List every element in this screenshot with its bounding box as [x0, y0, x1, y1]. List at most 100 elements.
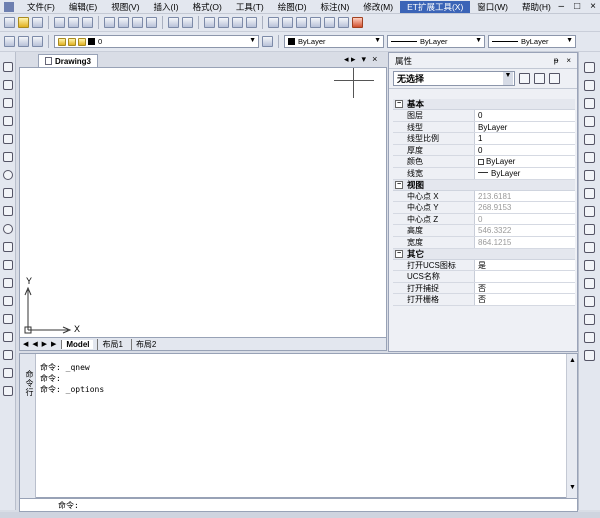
command-input[interactable]: 命令:: [19, 498, 578, 512]
tab-layout2[interactable]: 布局2: [130, 338, 160, 350]
make-block-icon[interactable]: [3, 278, 13, 288]
gradient-icon[interactable]: [3, 332, 13, 342]
section-general[interactable]: − 基本: [393, 99, 575, 110]
property-value[interactable]: 是: [475, 259, 575, 271]
section-misc[interactable]: − 其它: [393, 248, 575, 260]
rectangle-icon[interactable]: [3, 134, 13, 144]
property-value[interactable]: ByLayer: [475, 121, 575, 133]
pan-icon[interactable]: [204, 17, 215, 28]
property-row[interactable]: 高度 546.3322: [393, 225, 575, 237]
line-icon[interactable]: [3, 62, 13, 72]
layer-state-icon[interactable]: [18, 36, 29, 47]
redo-icon[interactable]: [182, 17, 193, 28]
close-button[interactable]: ×: [590, 1, 596, 12]
arc-icon[interactable]: [3, 152, 13, 162]
linetype-dropdown[interactable]: ByLayer ▼: [387, 35, 485, 48]
pin-icon[interactable]: ᵽ: [554, 56, 558, 65]
menu-dimension[interactable]: 标注(N): [314, 1, 357, 13]
sheet-set-icon[interactable]: [310, 17, 321, 28]
restore-button[interactable]: □: [574, 1, 580, 12]
property-row[interactable]: 厚度 0: [393, 144, 575, 157]
ellipse-arc-icon[interactable]: [3, 242, 13, 252]
menu-view[interactable]: 视图(V): [104, 1, 146, 13]
design-center-icon[interactable]: [282, 17, 293, 28]
scroll-down-icon[interactable]: ▼: [569, 484, 576, 491]
undo-icon[interactable]: [168, 17, 179, 28]
property-value[interactable]: [475, 271, 575, 282]
join-icon[interactable]: [584, 296, 595, 307]
help-icon[interactable]: [352, 17, 363, 28]
property-value[interactable]: 0: [475, 110, 575, 121]
menu-et-extension-tools[interactable]: ET扩展工具(X): [400, 0, 471, 13]
cut-icon[interactable]: [104, 17, 115, 28]
property-value[interactable]: 否: [475, 294, 575, 305]
menu-modify[interactable]: 修改(M): [356, 1, 400, 13]
paste-icon[interactable]: [132, 17, 143, 28]
section-view[interactable]: − 视图: [393, 179, 575, 191]
quick-select-icon[interactable]: [549, 73, 560, 84]
property-row[interactable]: 打开捕捉否: [393, 282, 575, 295]
move-icon[interactable]: [584, 152, 595, 163]
zoom-previous-icon[interactable]: [246, 17, 257, 28]
layer-manager-icon[interactable]: [4, 36, 15, 47]
property-row[interactable]: 线型比例 1: [393, 133, 575, 145]
tab-model[interactable]: Model: [61, 339, 94, 349]
selection-dropdown[interactable]: 无选择 ▼: [393, 71, 515, 86]
calculator-icon[interactable]: [338, 17, 349, 28]
circle-icon[interactable]: [3, 170, 13, 180]
property-row[interactable]: 线型 ByLayer: [393, 121, 575, 134]
property-row[interactable]: 图层 0: [393, 110, 575, 122]
mirror-icon[interactable]: [584, 98, 595, 109]
spline-icon[interactable]: [3, 206, 13, 216]
array-icon[interactable]: [584, 134, 595, 145]
property-value[interactable]: 0: [475, 144, 575, 156]
toggle-pickadd-icon[interactable]: [519, 73, 530, 84]
properties-icon[interactable]: [268, 17, 279, 28]
break-icon[interactable]: [584, 278, 595, 289]
collapse-icon[interactable]: −: [395, 249, 403, 258]
polygon-icon[interactable]: [3, 116, 13, 126]
polyline-icon[interactable]: [3, 98, 13, 108]
region-icon[interactable]: [3, 350, 13, 360]
collapse-icon[interactable]: −: [395, 100, 403, 108]
save-icon[interactable]: [32, 17, 43, 28]
property-row[interactable]: 中心点 Z0: [393, 213, 575, 226]
property-row[interactable]: UCS名称: [393, 271, 575, 283]
copy-icon[interactable]: [118, 17, 129, 28]
menu-window[interactable]: 窗口(W): [470, 1, 515, 13]
open-icon[interactable]: [18, 17, 29, 28]
property-value[interactable]: 1: [475, 133, 575, 144]
construction-line-icon[interactable]: [3, 80, 13, 90]
point-icon[interactable]: [3, 296, 13, 306]
revision-cloud-icon[interactable]: [3, 188, 13, 198]
zoom-realtime-icon[interactable]: [218, 17, 229, 28]
menu-edit[interactable]: 编辑(E): [62, 1, 104, 13]
hatch-icon[interactable]: [3, 314, 13, 324]
layer-previous-icon[interactable]: [32, 36, 43, 47]
tab-navigation-arrows[interactable]: ◀ ◀ ▶ ▶: [23, 340, 57, 348]
fillet-icon[interactable]: [584, 332, 595, 343]
color-dropdown[interactable]: ByLayer ▼: [284, 35, 384, 48]
copy-object-icon[interactable]: [584, 80, 595, 91]
break-at-point-icon[interactable]: [584, 260, 595, 271]
table-icon[interactable]: [3, 368, 13, 378]
collapse-icon[interactable]: −: [395, 180, 403, 189]
ellipse-icon[interactable]: [3, 224, 13, 234]
scale-icon[interactable]: [584, 188, 595, 199]
match-properties-icon[interactable]: [146, 17, 157, 28]
publish-icon[interactable]: [82, 17, 93, 28]
explode-icon[interactable]: [584, 350, 595, 361]
drawing-canvas[interactable]: Y X: [19, 67, 387, 338]
menu-draw[interactable]: 绘图(D): [271, 1, 314, 13]
drawing-menu-button[interactable]: ▾: [362, 54, 367, 65]
insert-block-icon[interactable]: [3, 260, 13, 270]
layer-dropdown[interactable]: 0 ▼: [54, 35, 259, 48]
menu-tools[interactable]: 工具(T): [229, 1, 271, 13]
offset-icon[interactable]: [584, 116, 595, 127]
property-row[interactable]: 打开UCS图标是: [393, 259, 575, 272]
stretch-icon[interactable]: [584, 206, 595, 217]
zoom-window-icon[interactable]: [232, 17, 243, 28]
property-row[interactable]: 中心点 X 213.6181: [393, 190, 575, 203]
rotate-icon[interactable]: [584, 170, 595, 181]
erase-icon[interactable]: [584, 62, 595, 73]
